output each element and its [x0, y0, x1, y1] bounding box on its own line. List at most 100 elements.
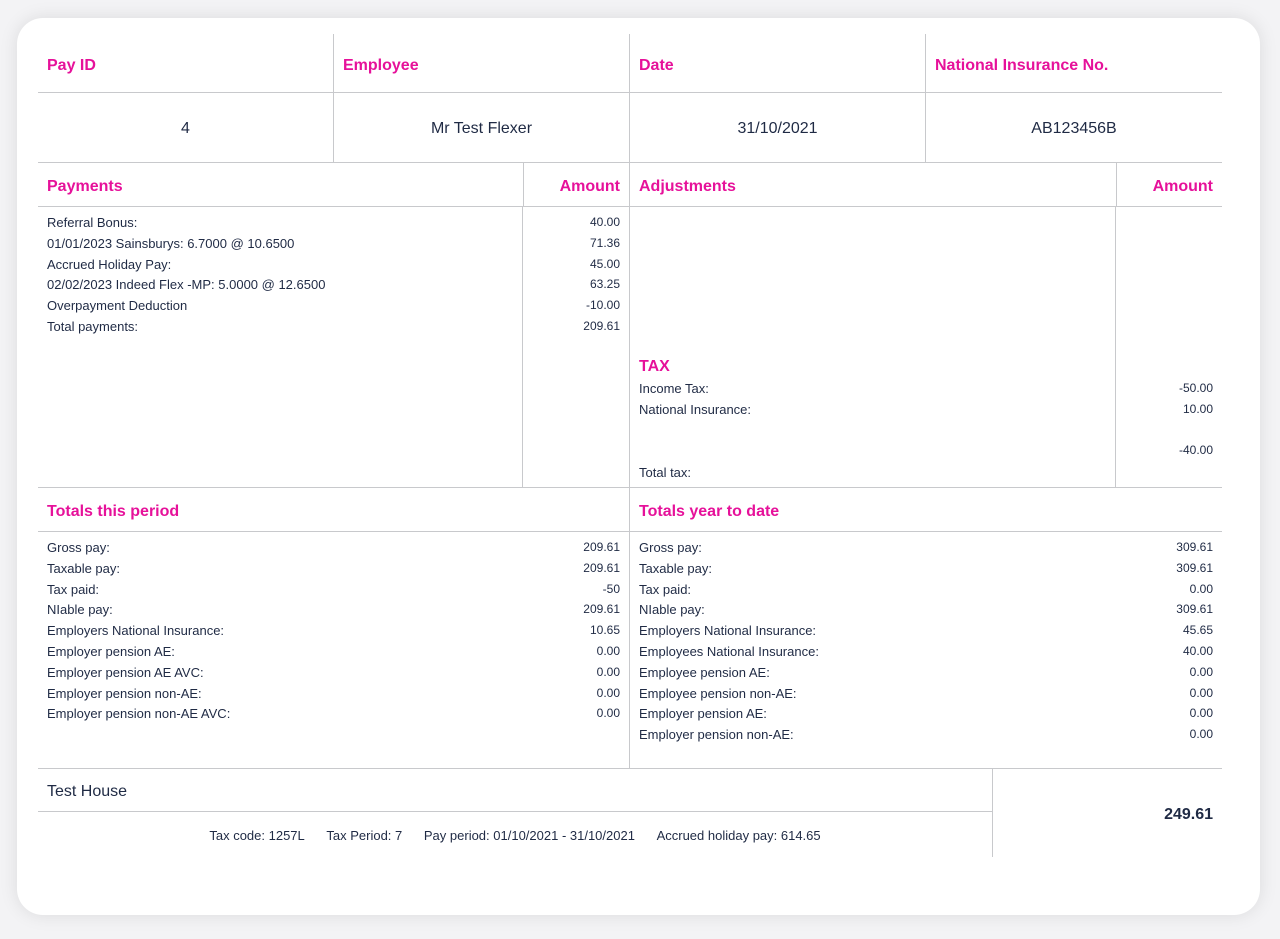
payments-panel: Payments Amount Referral Bonus: 40.00 01/0… — [38, 163, 630, 487]
adjustments-amount-header: Amount — [1116, 163, 1222, 206]
row-value: 0.00 — [596, 664, 620, 679]
row-value: 0.00 — [1189, 581, 1213, 596]
row-label: Employer pension non-AE: — [639, 727, 794, 743]
row-label: Taxable pay: — [47, 560, 120, 576]
list-item: NIable pay: 309.61 — [639, 602, 1213, 622]
row-label: Tax paid: — [639, 581, 692, 597]
row-label: 01/01/2023 Sainsburys: 6.7000 @ 10.6500 — [47, 235, 295, 251]
header-labels: Pay ID Employee Date National Insurance … — [38, 34, 1222, 93]
row-label: Overpayment Deduction — [47, 298, 188, 314]
row-label: Gross pay: — [47, 540, 110, 555]
income-tax-row: Income Tax: -50.00 — [639, 381, 1213, 396]
list-item: Total payments: 209.61 — [47, 319, 620, 339]
list-item: Employers National Insurance: 45.65 — [639, 623, 1213, 643]
row-label: Total payments: — [47, 319, 139, 334]
payments-title: Payments — [47, 178, 123, 195]
company-name: Test House — [38, 769, 992, 812]
list-item: Employee pension AE: 0.00 — [639, 665, 1213, 685]
list-item: NIable pay: 209.61 — [47, 602, 620, 622]
row-value: 0.00 — [1189, 727, 1213, 742]
list-item: Referral Bonus: 40.00 — [47, 215, 620, 235]
payslip-footer: Test House Tax code: 1257L Tax Period: 7… — [38, 769, 1222, 857]
tax-code: Tax code: 1257L — [209, 828, 305, 843]
net-pay: 249.61 — [1164, 806, 1213, 823]
row-label: Employees National Insurance: — [639, 644, 819, 659]
list-item: Gross pay: 209.61 — [47, 540, 620, 560]
adjustments-panel: Adjustments Amount TAX Income Tax: -50.0… — [630, 163, 1222, 487]
row-label: Employer pension AE AVC: — [47, 664, 204, 680]
list-item: Tax paid: -50 — [47, 582, 620, 602]
row-value: 0.00 — [596, 706, 620, 721]
row-label: Employers National Insurance: — [639, 623, 817, 639]
row-label: Tax paid: — [47, 581, 100, 597]
totals-ytd-title: Totals year to date — [639, 503, 780, 520]
payments-adjustments-section: Payments Amount Referral Bonus: 40.00 01/0… — [38, 163, 1222, 488]
list-item: Gross pay: 309.61 — [639, 540, 1213, 560]
tax-period: Tax Period: 7 — [326, 828, 403, 843]
list-item: Employer pension AE: 0.00 — [639, 706, 1213, 726]
date-label: Date — [630, 34, 926, 92]
row-label: Employer pension non-AE AVC: — [47, 706, 231, 722]
ni-number-value: AB123456B — [1031, 120, 1117, 137]
row-label: Employer pension non-AE: — [47, 685, 202, 701]
totals-ytd-panel: Totals year to date Gross pay: 309.61 Taxa… — [630, 488, 1222, 768]
list-item: Employer pension non-AE AVC: 0.00 — [47, 706, 620, 726]
row-label: Accrued Holiday Pay: — [47, 256, 172, 272]
row-value: 40.00 — [1182, 644, 1213, 658]
pay-period: Pay period: 01/10/2021 - 31/10/2021 — [423, 828, 635, 843]
row-label: Gross pay: — [639, 540, 702, 555]
header-values: 4 Mr Test Flexer 31/10/2021 AB123456B — [38, 93, 1222, 163]
ni-number-label: National Insurance No. — [935, 57, 1109, 74]
row-value: 209.61 — [583, 560, 620, 575]
pay-id-label: Pay ID — [38, 34, 334, 92]
row-value: 209.61 — [583, 319, 620, 333]
row-value: 0.00 — [1189, 664, 1213, 679]
list-item: 02/02/2023 Indeed Flex -MP: 5.0000 @ 12.… — [47, 277, 620, 297]
row-value: 309.61 — [1176, 540, 1213, 554]
row-label: Employers National Insurance: — [47, 623, 225, 639]
pay-id-value: 4 — [38, 93, 334, 162]
list-item: Taxable pay: 209.61 — [47, 561, 620, 581]
list-item: Employee pension non-AE: 0.00 — [639, 686, 1213, 706]
totals-section: Totals this period Gross pay: 209.61 Taxab… — [38, 488, 1222, 769]
row-value: 63.25 — [589, 277, 620, 292]
row-label: Employer pension AE: — [639, 706, 767, 722]
employee-label: Employee — [334, 34, 630, 92]
row-label: Employee pension non-AE: — [639, 685, 797, 701]
row-value: -50 — [602, 581, 620, 596]
list-item: Employer pension non-AE: 0.00 — [639, 727, 1213, 747]
totals-period-panel: Totals this period Gross pay: 209.61 Taxab… — [38, 488, 630, 768]
row-value: 209.61 — [583, 540, 620, 554]
row-label: Referral Bonus: — [47, 215, 138, 230]
row-value: 45.00 — [589, 256, 620, 271]
row-value: 0.00 — [1189, 706, 1213, 721]
list-item: Tax paid: 0.00 — [639, 582, 1213, 602]
list-item: Employees National Insurance: 40.00 — [639, 644, 1213, 664]
list-item: Overpayment Deduction -10.00 — [47, 298, 620, 318]
list-item: Employer pension AE AVC: 0.00 — [47, 665, 620, 685]
list-item: Accrued Holiday Pay: 45.00 — [47, 257, 620, 277]
date-value: 31/10/2021 — [630, 93, 926, 162]
row-label: NIable pay: — [47, 602, 113, 618]
payslip-card: Pay ID Employee Date National Insurance … — [17, 18, 1260, 915]
totals-period-title: Totals this period — [47, 503, 180, 520]
row-value: 209.61 — [583, 602, 620, 617]
list-item: Taxable pay: 309.61 — [639, 561, 1213, 581]
list-item: 01/01/2023 Sainsburys: 6.7000 @ 10.6500 7… — [47, 236, 620, 256]
row-label: Employee pension AE: — [639, 664, 770, 680]
row-value: 0.00 — [596, 644, 620, 658]
row-label: NIable pay: — [639, 602, 705, 618]
payments-amount-header: Amount — [523, 163, 629, 206]
row-value: -10.00 — [585, 298, 620, 313]
employee-value: Mr Test Flexer — [334, 93, 630, 162]
adjustments-title: Adjustments — [639, 178, 736, 195]
list-item: Employer pension AE: 0.00 — [47, 644, 620, 664]
tax-title: TAX — [639, 358, 670, 375]
pay-meta: Tax code: 1257L Tax Period: 7 Pay period… — [38, 812, 992, 843]
row-value: 0.00 — [1189, 685, 1213, 700]
tax-total-value-row: -40.00 — [1178, 443, 1213, 457]
row-label: Taxable pay: — [639, 560, 712, 576]
row-value: 309.61 — [1176, 602, 1213, 617]
payslip: Pay ID Employee Date National Insurance … — [38, 34, 1222, 857]
list-item: Employers National Insurance: 10.65 — [47, 623, 620, 643]
